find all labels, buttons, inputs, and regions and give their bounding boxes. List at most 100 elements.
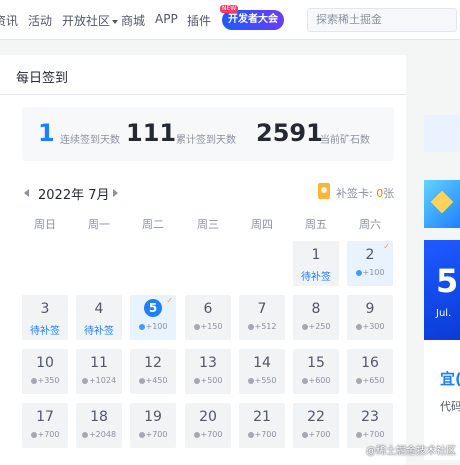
nav-item-app[interactable]: APP <box>155 12 178 26</box>
day-reward-value: +700 <box>200 430 223 439</box>
side-promo-banner[interactable] <box>424 180 460 228</box>
day-reward: +500 <box>185 376 231 385</box>
day-reward-value: +700 <box>362 430 385 439</box>
ore-icon <box>30 377 37 384</box>
day-number: 19 <box>144 409 162 425</box>
weekday-label: 周一 <box>88 218 110 231</box>
day-reward-value: +600 <box>308 376 331 385</box>
ore-icon <box>30 431 37 438</box>
ore-icon <box>355 323 362 330</box>
day-reward-value: +650 <box>362 376 385 385</box>
day-number: 21 <box>253 409 271 425</box>
day-reward: +250 <box>293 322 339 331</box>
calendar-day[interactable]: 4 待补签 <box>76 295 122 340</box>
weekday-label: 周二 <box>142 218 164 231</box>
day-reward: +100 <box>130 322 176 331</box>
calendar-day[interactable]: 14 +550 <box>239 349 285 394</box>
calendar-day[interactable]: 12 +450 <box>130 349 176 394</box>
makeup-card-icon <box>318 183 330 199</box>
ore-icon <box>247 431 254 438</box>
weekday-label: 周六 <box>359 218 381 231</box>
calendar-day[interactable]: 8 +250 <box>293 295 339 340</box>
next-month-icon[interactable] <box>113 189 118 197</box>
calendar-day[interactable]: 1 待补签 <box>293 241 339 286</box>
ore-icon <box>193 377 200 384</box>
day-reward-value: +100 <box>362 268 385 277</box>
ore-icon <box>301 323 308 330</box>
nav-item-shop[interactable]: 商城 <box>121 12 145 29</box>
calendar-day[interactable]: 16 +650 <box>347 349 393 394</box>
ore-icon <box>138 431 145 438</box>
calendar-day[interactable]: 2 +100 ✓ <box>347 241 393 286</box>
calendar-day[interactable]: 10 +350 <box>22 349 68 394</box>
day-reward: +700 <box>239 430 285 439</box>
day-number: 1 <box>311 247 321 263</box>
day-number: 20 <box>199 409 217 425</box>
today-day-number: 5 <box>144 299 162 317</box>
calendar-day[interactable]: 20 +700 <box>185 403 231 448</box>
nav-item-news[interactable]: 资讯 <box>0 12 18 29</box>
search-input[interactable]: 探索稀土掘金 <box>307 8 457 32</box>
makeup-signin-label[interactable]: 待补签 <box>293 268 339 283</box>
calendar-day[interactable]: 11 +1024 <box>76 349 122 394</box>
calendar-day[interactable]: 15 +600 <box>293 349 339 394</box>
calendar-day[interactable]: 22 +700 <box>293 403 339 448</box>
calendar-day[interactable]: 13 +500 <box>185 349 231 394</box>
day-reward-value: +700 <box>37 430 60 439</box>
weekday-label: 周四 <box>251 218 273 231</box>
page-title: 每日签到 <box>16 71 69 86</box>
month-label: 2022年 7月 <box>38 188 110 203</box>
month-selector: 2022年 7月 补签卡: 0张 <box>22 183 394 203</box>
day-reward: +700 <box>130 430 176 439</box>
day-number: 22 <box>307 409 325 425</box>
previous-month-icon[interactable] <box>24 189 29 197</box>
calendar-day[interactable]: 7 +512 <box>239 295 285 340</box>
ore-icon <box>301 377 308 384</box>
day-reward: +650 <box>347 376 393 385</box>
day-reward: +700 <box>185 430 231 439</box>
day-reward-value: +450 <box>145 376 168 385</box>
day-reward-value: +1024 <box>88 376 117 385</box>
day-number: 10 <box>36 355 54 371</box>
calendar-day[interactable]: 18 +2048 <box>76 403 122 448</box>
calendar-day[interactable]: 19 +700 <box>130 403 176 448</box>
calendar-day[interactable]: 9 +300 <box>347 295 393 340</box>
nav-item-open-community-label: 开放社区 <box>62 14 111 28</box>
day-reward: +512 <box>239 322 285 331</box>
calendar-day[interactable]: 6 +150 <box>185 295 231 340</box>
promo-graphic <box>430 190 454 214</box>
ore-icon <box>355 269 362 276</box>
day-reward: +450 <box>130 376 176 385</box>
day-reward: +100 <box>347 268 393 277</box>
nav-item-events[interactable]: 活动 <box>28 12 52 29</box>
weekday-label: 周三 <box>197 218 219 231</box>
day-number: 12 <box>144 355 162 371</box>
consecutive-days-value: 1 <box>38 119 55 147</box>
calendar-day[interactable]: 21 +700 <box>239 403 285 448</box>
total-days-value: 111 <box>126 119 177 147</box>
makeup-signin-label[interactable]: 待补签 <box>22 322 68 337</box>
nav-item-plugins[interactable]: 插件 <box>187 12 211 29</box>
calendar-day[interactable]: 17 +700 <box>22 403 68 448</box>
developer-conference-badge[interactable]: NEW 开发者大会 <box>220 5 284 30</box>
day-reward: +1024 <box>76 376 122 385</box>
divider <box>0 94 406 95</box>
day-number: 15 <box>307 355 325 371</box>
makeup-signin-label[interactable]: 待补签 <box>76 322 122 337</box>
calendar-day[interactable]: 3 待补签 <box>22 295 68 340</box>
side-event-banner[interactable]: 5 Jul. <box>424 240 460 340</box>
day-reward: +700 <box>347 430 393 439</box>
day-reward: +300 <box>347 322 393 331</box>
day-reward-value: +550 <box>254 376 277 385</box>
total-days-label: 累计签到天数 <box>176 135 236 146</box>
chevron-down-icon <box>112 19 119 24</box>
calendar-day[interactable]: 5 +100 ✓ <box>130 295 176 340</box>
ore-icon <box>193 323 200 330</box>
day-reward-value: +700 <box>308 430 331 439</box>
side-panel-tab[interactable] <box>424 115 460 152</box>
ore-icon <box>193 431 200 438</box>
fortune-text: 代码 <box>440 400 460 413</box>
nav-item-open-community[interactable]: 开放社区 <box>62 12 119 29</box>
ore-icon <box>247 377 254 384</box>
ore-icon <box>355 431 362 438</box>
